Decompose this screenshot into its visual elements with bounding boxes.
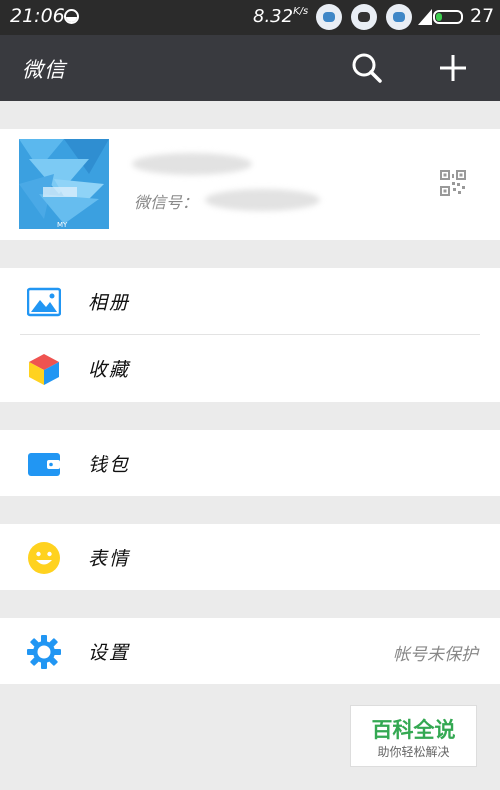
- notification-icon: [351, 4, 377, 30]
- menu-item-label: 设置: [88, 642, 131, 664]
- smiley-icon: [28, 542, 60, 574]
- favorites-cube-icon: [29, 354, 59, 385]
- avatar-image: MY: [19, 139, 109, 229]
- nickname-obscured: [132, 153, 252, 175]
- menu-item-stickers[interactable]: 表情: [0, 524, 500, 590]
- menu-item-label: 收藏: [88, 359, 131, 381]
- wallet-icon: [28, 453, 60, 476]
- account-protection-status: 帐号未保护: [393, 645, 478, 665]
- watermark-brand: 百科全说: [371, 718, 456, 742]
- menu-item-album[interactable]: 相册: [0, 268, 500, 334]
- watermark-logo: 百科全说 助你轻松解决: [350, 705, 477, 767]
- wechat-id-label: 微信号：: [134, 193, 199, 212]
- menu-item-label: 相册: [88, 292, 131, 314]
- menu-item-settings[interactable]: 设置 帐号未保护: [0, 618, 500, 684]
- menu-item-favorites[interactable]: 收藏: [0, 335, 500, 401]
- battery-icon: [433, 10, 463, 24]
- album-icon: [27, 287, 61, 317]
- search-icon: [352, 53, 382, 83]
- network-speed-unit: K/s: [293, 6, 309, 17]
- signal-icon: [418, 9, 432, 25]
- do-not-disturb-icon: [64, 9, 79, 24]
- wechat-id-obscured: [205, 189, 320, 211]
- avatar[interactable]: MY: [19, 139, 109, 229]
- search-button[interactable]: [348, 49, 386, 87]
- menu-item-wallet[interactable]: 钱包: [0, 430, 500, 496]
- plus-icon: [440, 55, 466, 81]
- gear-icon: [27, 635, 61, 669]
- status-time: 21:06: [10, 5, 65, 27]
- notification-icon: [316, 4, 342, 30]
- network-4g-icon: [386, 4, 412, 30]
- avatar-badge: MY: [57, 221, 68, 229]
- network-speed: 8.32K/s: [253, 6, 309, 27]
- battery-fill: [436, 13, 442, 21]
- add-button[interactable]: [434, 49, 472, 87]
- profile-card[interactable]: MY 微信号：: [0, 129, 500, 240]
- watermark-slogan: 助你轻松解决: [377, 745, 450, 759]
- qr-code-icon[interactable]: [440, 170, 466, 196]
- menu-item-label: 表情: [88, 548, 131, 570]
- title-bar: 微信: [0, 35, 500, 101]
- app-title: 微信: [22, 58, 66, 82]
- menu-item-label: 钱包: [88, 454, 131, 476]
- battery-level: 27: [470, 5, 495, 27]
- status-bar: 21:06 8.32K/s 27: [0, 0, 500, 35]
